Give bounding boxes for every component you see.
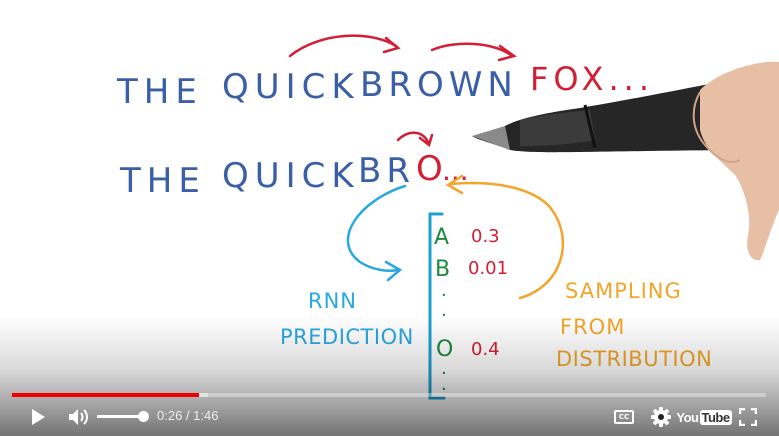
video-whiteboard: THE QUICK BROWN FOX... THE QUICK BR O ..… [116,34,779,400]
red-arrows-line1 [288,34,517,62]
sampling-label-line2: FROM [560,315,625,339]
volume-level [97,415,143,418]
line2-word-2: QUICK [222,156,360,196]
sampling-label-line1: SAMPLING [565,279,682,303]
mute-button[interactable] [66,406,92,428]
captions-button[interactable]: CC [613,408,635,426]
line2-letter-o: O [416,149,443,189]
distribution: A 0.3 B 0.01 . . O 0.4 . . [434,225,508,395]
fullscreen-icon [739,408,757,426]
line1-word-3: BROWN [360,65,518,105]
dist-prob-o: 0.4 [471,339,500,360]
time-total: 1:46 [193,408,219,423]
line2-word-1: THE [119,161,206,201]
line2: THE QUICK BR O ... [119,149,469,201]
dist-dot-1: . [441,280,447,301]
line1-word-4: FOX... [530,60,654,98]
line2-word-3: BR [358,151,415,191]
time-separator: / [182,408,194,423]
dist-dot-2: . [441,300,447,321]
red-arrow-line2 [396,131,434,148]
youtube-button[interactable]: You Tube [676,407,732,427]
rnn-prediction-arrow [346,184,407,282]
volume-icon [69,409,88,425]
progress-bar[interactable] [12,393,766,397]
video-player[interactable]: THE QUICK BROWN FOX... THE QUICK BR O ..… [0,0,779,436]
sampling-label: SAMPLING FROM DISTRIBUTION [556,279,712,371]
progress-played [12,393,199,397]
sampling-label-line3: DISTRIBUTION [556,347,712,371]
dist-letter-a: A [434,225,449,250]
volume-handle[interactable] [137,411,149,422]
line1-word-1: THE [116,72,203,112]
volume-slider[interactable] [97,411,149,422]
rnn-label-line2: PREDICTION [280,325,414,349]
captions-icon: CC [614,410,634,424]
play-icon [32,409,45,425]
dist-prob-a: 0.3 [471,226,500,247]
time-current: 0:26 [157,408,183,423]
youtube-logo-you: You [676,409,699,425]
settings-button[interactable] [650,406,672,428]
play-button[interactable] [26,406,50,428]
rnn-prediction-label: RNN PREDICTION [280,289,414,349]
captions-label: CC [618,413,630,421]
line1: THE QUICK BROWN FOX... [116,60,654,112]
time-display: 0:26 / 1:46 [157,408,218,423]
sampling-arrow [445,174,564,300]
youtube-logo: You Tube [676,409,732,425]
dist-dot-4: . [441,374,447,395]
youtube-logo-tube: Tube [699,409,732,425]
dist-letter-b: B [435,257,450,282]
line1-word-2: QUICK [222,67,360,107]
fullscreen-button[interactable] [737,406,759,428]
settings-icon [651,407,671,427]
dist-prob-b: 0.01 [468,258,508,279]
rnn-label-line1: RNN [308,289,357,313]
video-frame[interactable]: THE QUICK BROWN FOX... THE QUICK BR O ..… [0,0,779,436]
